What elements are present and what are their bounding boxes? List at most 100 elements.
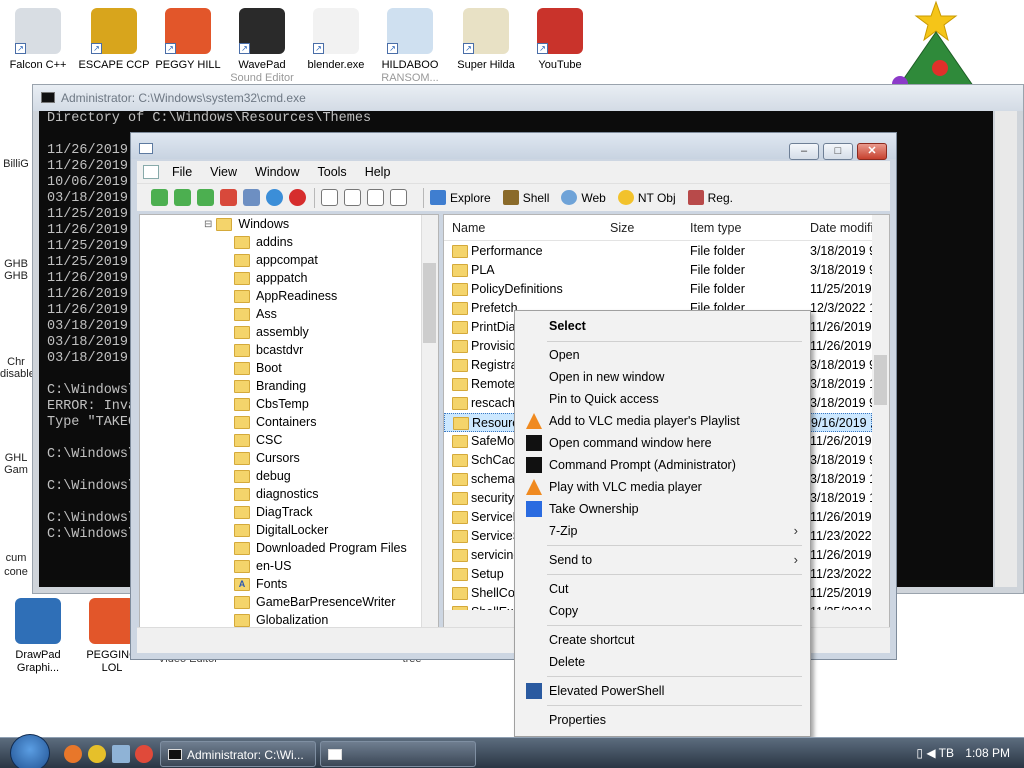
- column-size[interactable]: Size: [610, 221, 634, 235]
- menu-item-pin-to-quick-access[interactable]: Pin to Quick access: [517, 388, 808, 410]
- desktop-icon[interactable]: ↗ YouTube: [522, 8, 598, 72]
- explorer-titlebar[interactable]: – □ ✕: [131, 133, 896, 160]
- tree-item[interactable]: A Fonts: [234, 575, 287, 593]
- cmd-scrollbar[interactable]: [995, 111, 1017, 587]
- folder-tree[interactable]: ⊟ Windows addins appcompat apppatch AppRead…: [139, 214, 439, 628]
- cmd-titlebar[interactable]: Administrator: C:\Windows\system32\cmd.e…: [33, 85, 1023, 111]
- list-item[interactable]: Performance File folder 3/18/2019 9: [444, 242, 874, 261]
- menu-item-open-in-new-window[interactable]: Open in new window: [517, 366, 808, 388]
- menu-item-create-shortcut[interactable]: Create shortcut: [517, 629, 808, 651]
- chrome-alt-icon[interactable]: [135, 745, 153, 763]
- desktop-icon[interactable]: DrawPad Graphi...: [0, 598, 76, 675]
- column-name[interactable]: Name: [452, 221, 485, 235]
- tree-item[interactable]: CbsTemp: [234, 395, 309, 413]
- tree-item[interactable]: GameBarPresenceWriter: [234, 593, 395, 611]
- menu-view[interactable]: View: [201, 165, 246, 179]
- menu-item-send-to[interactable]: Send to ›: [517, 549, 808, 571]
- tree-item[interactable]: CSC: [234, 431, 282, 449]
- desktop-icon-partial[interactable]: Chr disable: [0, 356, 32, 380]
- tree-item[interactable]: Globalization: [234, 611, 328, 627]
- firefox-icon[interactable]: [64, 745, 82, 763]
- desktop-icon[interactable]: ↗ blender.exe: [298, 8, 374, 72]
- list-scrollbar[interactable]: [872, 215, 889, 610]
- tree-item[interactable]: diagnostics: [234, 485, 319, 503]
- refresh-icon[interactable]: [266, 189, 283, 206]
- menu-item-open-command-window-here[interactable]: Open command window here: [517, 432, 808, 454]
- list-scroll-thumb[interactable]: [874, 355, 887, 405]
- tree-item[interactable]: debug: [234, 467, 291, 485]
- desktop-icon-partial[interactable]: BilliG: [0, 158, 32, 170]
- tree-item[interactable]: Ass: [234, 305, 277, 323]
- tree-scrollbar[interactable]: [421, 215, 438, 627]
- stop-icon[interactable]: [289, 189, 306, 206]
- view-icon-1[interactable]: [321, 189, 338, 206]
- tree-item[interactable]: AppReadiness: [234, 287, 337, 305]
- menu-item-elevated-powershell[interactable]: Elevated PowerShell: [517, 680, 808, 702]
- menu-tools[interactable]: Tools: [309, 165, 356, 179]
- up-arrow-icon[interactable]: [197, 189, 214, 206]
- tree-item[interactable]: en-US: [234, 557, 291, 575]
- menu-item-take-ownership[interactable]: Take Ownership: [517, 498, 808, 520]
- context-menu[interactable]: Select Open Open in new window Pin to Quic…: [514, 310, 811, 737]
- collapse-icon[interactable]: ⊟: [204, 219, 212, 230]
- tree-item[interactable]: bcastdvr: [234, 341, 303, 359]
- maximize-button[interactable]: □: [823, 143, 853, 160]
- view-icon-4[interactable]: [390, 189, 407, 206]
- computer-icon[interactable]: [112, 745, 130, 763]
- menu-item-add-to-vlc-media-player-s-playlist[interactable]: Add to VLC media player's Playlist: [517, 410, 808, 432]
- web-button[interactable]: Web: [561, 190, 606, 205]
- column-type[interactable]: Item type: [690, 221, 741, 235]
- forward-arrow-icon[interactable]: [174, 189, 191, 206]
- tree-item[interactable]: appcompat: [234, 251, 318, 269]
- desktop-icon[interactable]: ↗ HILDABOO RANSOM...: [372, 8, 448, 84]
- tree-item[interactable]: Cursors: [234, 449, 300, 467]
- menu-item-command-prompt-administrator[interactable]: Command Prompt (Administrator): [517, 454, 808, 476]
- tree-item[interactable]: apppatch: [234, 269, 307, 287]
- explore-button[interactable]: Explore: [430, 190, 491, 205]
- tree-item[interactable]: Branding: [234, 377, 306, 395]
- desktop-icon[interactable]: ↗ WavePad Sound Editor: [224, 8, 300, 84]
- view-icon-2[interactable]: [344, 189, 361, 206]
- desktop-icon[interactable]: ↗ Falcon C++: [0, 8, 76, 72]
- nt-obj-button[interactable]: NT Obj: [617, 190, 676, 205]
- start-button[interactable]: [10, 734, 50, 768]
- search-icon[interactable]: [243, 189, 260, 206]
- app-menu-icon[interactable]: [143, 165, 159, 179]
- menu-item-delete[interactable]: Delete: [517, 651, 808, 673]
- tree-item-windows[interactable]: ⊟ Windows: [204, 215, 289, 233]
- tree-item[interactable]: assembly: [234, 323, 309, 341]
- task-cmd[interactable]: Administrator: C:\Wi...: [160, 741, 316, 767]
- desktop-icon-partial[interactable]: GHL Gam: [0, 452, 32, 476]
- tree-item[interactable]: DiagTrack: [234, 503, 313, 521]
- tree-item[interactable]: Downloaded Program Files: [234, 539, 407, 557]
- desktop-icon-partial[interactable]: GHB GHB: [0, 258, 32, 282]
- minimize-button[interactable]: –: [789, 143, 819, 160]
- desktop-icon-partial[interactable]: cone: [0, 566, 32, 578]
- tree-item[interactable]: DigitalLocker: [234, 521, 328, 539]
- column-date[interactable]: Date modifi: [810, 221, 873, 235]
- view-icon-3[interactable]: [367, 189, 384, 206]
- tree-scroll-thumb[interactable]: [423, 263, 436, 343]
- shell-button[interactable]: Shell: [502, 190, 549, 205]
- tree-item[interactable]: addins: [234, 233, 293, 251]
- close-button[interactable]: ✕: [857, 143, 887, 160]
- clock[interactable]: 1:08 PM: [965, 746, 1010, 760]
- menu-help[interactable]: Help: [356, 165, 400, 179]
- task-explorer[interactable]: [320, 741, 476, 767]
- desktop-icon-partial[interactable]: cum: [0, 552, 32, 564]
- desktop-icon[interactable]: ↗ ESCAPE CCP: [76, 8, 152, 72]
- menu-item-cut[interactable]: Cut: [517, 578, 808, 600]
- reg-button[interactable]: Reg.: [687, 190, 733, 205]
- tree-item[interactable]: Boot: [234, 359, 282, 377]
- menu-item-properties[interactable]: Properties: [517, 709, 808, 731]
- menu-item-copy[interactable]: Copy: [517, 600, 808, 622]
- menu-select[interactable]: Select: [517, 315, 808, 337]
- menu-item-play-with-vlc-media-player[interactable]: Play with VLC media player: [517, 476, 808, 498]
- menu-item-7-zip[interactable]: 7-Zip ›: [517, 520, 808, 542]
- tree-item[interactable]: Containers: [234, 413, 316, 431]
- list-item[interactable]: PolicyDefinitions File folder 11/25/2019: [444, 280, 872, 299]
- home-icon[interactable]: [220, 189, 237, 206]
- back-arrow-icon[interactable]: [151, 189, 168, 206]
- desktop-icon[interactable]: ↗ Super Hilda: [448, 8, 524, 72]
- menu-window[interactable]: Window: [246, 165, 308, 179]
